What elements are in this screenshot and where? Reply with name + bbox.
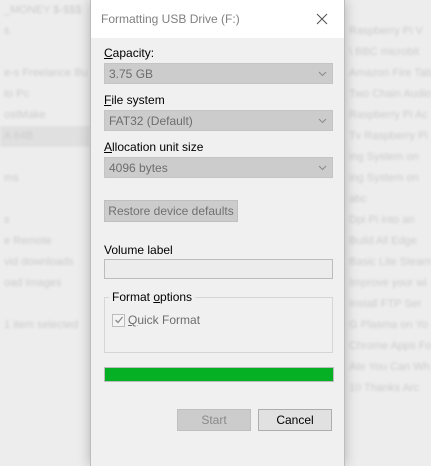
dialog-title: Formatting USB Drive (F:) xyxy=(101,12,240,26)
close-icon xyxy=(316,13,328,25)
title-bar: Formatting USB Drive (F:) xyxy=(91,0,344,38)
chevron-down-icon xyxy=(318,71,327,77)
close-button[interactable] xyxy=(300,0,344,38)
quick-format-option[interactable]: Quick Format xyxy=(112,313,200,327)
allocation-select[interactable]: 4096 bytes xyxy=(104,157,333,178)
format-options-legend: Format options xyxy=(109,290,196,304)
format-dialog: Formatting USB Drive (F:) Capacity: 3.75… xyxy=(90,0,345,466)
quick-format-checkbox[interactable] xyxy=(112,313,125,327)
capacity-select[interactable]: 3.75 GB xyxy=(104,63,333,84)
volume-label-label: Volume label xyxy=(104,243,173,257)
start-button[interactable]: Start xyxy=(177,409,251,431)
checkmark-icon xyxy=(114,316,123,324)
file-system-select[interactable]: FAT32 (Default) xyxy=(104,110,333,131)
progress-fill xyxy=(105,368,333,381)
chevron-down-icon xyxy=(318,118,327,124)
chevron-down-icon xyxy=(318,165,327,171)
format-options-group: Format options Quick Format xyxy=(104,290,333,353)
allocation-value: 4096 bytes xyxy=(109,161,168,175)
cancel-button[interactable]: Cancel xyxy=(258,409,332,431)
format-progress-bar xyxy=(104,367,334,382)
quick-format-label: Quick Format xyxy=(128,313,201,327)
file-system-value: FAT32 (Default) xyxy=(109,114,193,128)
allocation-label: Allocation unit size xyxy=(104,140,204,154)
capacity-label: Capacity: xyxy=(104,46,155,60)
restore-defaults-button[interactable]: Restore device defaults xyxy=(104,200,238,222)
file-system-label: File system xyxy=(104,93,165,107)
capacity-value: 3.75 GB xyxy=(109,67,154,81)
volume-label-input[interactable] xyxy=(104,259,333,279)
